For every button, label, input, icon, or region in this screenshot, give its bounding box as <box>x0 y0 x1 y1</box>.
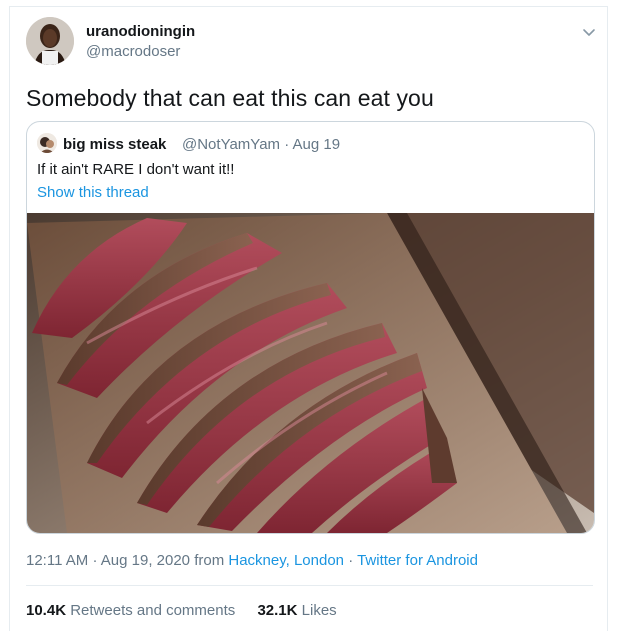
tweet-date[interactable]: Aug 19, 2020 <box>101 552 190 569</box>
divider <box>26 585 593 586</box>
tweet-time[interactable]: 12:11 AM <box>26 552 88 569</box>
from-label: from <box>194 552 225 569</box>
quoted-handle-date: @NotYamYam · Aug 19 <box>182 136 340 153</box>
quoted-text: If it ain't RARE I don't want it!! <box>37 161 235 178</box>
steak-photo[interactable] <box>27 213 594 533</box>
tweet-metadata: 12:11 AM · Aug 19, 2020 from Hackney, Lo… <box>26 552 478 569</box>
separator: · <box>284 136 290 153</box>
author-handle[interactable]: @macrodoser <box>86 43 180 60</box>
show-thread-link[interactable]: Show this thread <box>37 184 149 201</box>
author-display-name[interactable]: uranodioningin <box>86 23 195 40</box>
likes-label: Likes <box>301 602 337 619</box>
separator: · <box>92 552 98 569</box>
likes-stat[interactable]: 32.1K Likes <box>257 602 336 619</box>
quoted-display-name[interactable]: big miss steak <box>63 136 166 153</box>
retweets-count: 10.4K <box>26 602 67 619</box>
quoted-author-avatar[interactable] <box>37 133 57 153</box>
chevron-down-icon[interactable] <box>580 23 598 41</box>
retweets-stat[interactable]: 10.4K Retweets and comments <box>26 602 239 619</box>
client-link[interactable]: Twitter for Android <box>357 552 478 569</box>
tweet-card: uranodioningin @macrodoser Somebody that… <box>9 6 608 631</box>
likes-count: 32.1K <box>257 602 298 619</box>
quoted-date[interactable]: Aug 19 <box>293 136 341 153</box>
tweet-text: Somebody that can eat this can eat you <box>26 85 434 111</box>
quoted-handle[interactable]: @NotYamYam <box>182 136 280 153</box>
location-link[interactable]: Hackney, London <box>228 552 344 569</box>
separator: · <box>348 552 354 569</box>
quoted-tweet[interactable]: big miss steak @NotYamYam · Aug 19 If it… <box>26 121 595 534</box>
engagement-stats: 10.4K Retweets and comments 32.1K Likes <box>26 602 355 619</box>
author-avatar[interactable] <box>26 17 74 65</box>
retweets-label: Retweets and comments <box>70 602 236 619</box>
